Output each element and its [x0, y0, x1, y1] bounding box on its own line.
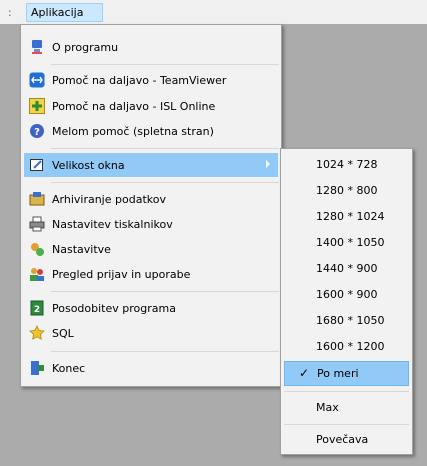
size-option-1280x800[interactable]: 1280 * 800 [284, 178, 409, 203]
size-option-1440x900[interactable]: 1440 * 900 [284, 256, 409, 281]
menu-item-label: Nastavitev tiskalnikov [52, 217, 173, 231]
users-icon [29, 266, 45, 282]
menu-item-label: Pomoč na daljavo - ISL Online [52, 99, 216, 113]
menu-item-window-size[interactable]: Velikost okna [24, 153, 278, 177]
menu-item-label: Velikost okna [52, 158, 125, 172]
size-option-1600x1200[interactable]: 1600 * 1200 [284, 334, 409, 359]
menu-item-settings[interactable]: Nastavitve [24, 237, 278, 261]
menu-item-sql[interactable]: SQL [24, 321, 278, 345]
menu-item-label: Posodobitev programa [52, 301, 176, 315]
menu-item-label: Konec [52, 361, 86, 375]
menu-separator [51, 182, 279, 183]
menu-item-isl-online[interactable]: Pomoč na daljavo - ISL Online [24, 94, 278, 118]
svg-text:2: 2 [34, 305, 40, 315]
size-option-1400x1050[interactable]: 1400 * 1050 [284, 230, 409, 255]
menu-aplikacija[interactable]: Aplikacija [26, 3, 103, 22]
sql-icon [29, 325, 45, 341]
size-option-zoom[interactable]: Povečava [284, 427, 409, 452]
update-icon: 2 [29, 300, 45, 316]
menu-item-label: O programu [52, 40, 119, 54]
menu-item-about[interactable]: O programu [24, 35, 278, 59]
menubar-grip: : [8, 6, 12, 19]
printer-icon [29, 216, 45, 232]
menu-item-teamviewer[interactable]: Pomoč na daljavo - TeamViewer [24, 68, 278, 92]
window-size-icon [29, 157, 45, 173]
size-option-custom[interactable]: ✓ Po meri [284, 361, 409, 386]
menu-item-label: Arhiviranje podatkov [52, 192, 166, 206]
menu-item-web-help[interactable]: ? Melom pomoč (spletna stran) [24, 119, 278, 143]
menu-item-label: Pomoč na daljavo - TeamViewer [52, 73, 227, 87]
menu-separator [51, 148, 279, 149]
size-option-max[interactable]: Max [284, 395, 409, 420]
application-menu: O programu Pomoč na daljavo - TeamViewer… [20, 24, 282, 387]
info-icon [29, 39, 45, 55]
menu-item-label: Nastavitve [52, 242, 111, 256]
settings-icon [29, 241, 45, 257]
menu-item-exit[interactable]: Konec [24, 356, 278, 380]
menu-item-label: Pregled prijav in uporabe [52, 267, 191, 281]
window-size-submenu: 1024 * 728 1280 * 800 1280 * 1024 1400 *… [280, 148, 413, 455]
exit-icon [29, 360, 45, 376]
size-option-label: Po meri [317, 367, 359, 380]
size-option-1024x728[interactable]: 1024 * 728 [284, 152, 409, 177]
menu-item-login-overview[interactable]: Pregled prijav in uporabe [24, 262, 278, 286]
help-icon: ? [29, 123, 45, 139]
menu-item-label: Melom pomoč (spletna stran) [52, 124, 214, 138]
teamviewer-icon [29, 72, 45, 88]
menu-separator [284, 391, 409, 392]
menu-item-printers[interactable]: Nastavitev tiskalnikov [24, 212, 278, 236]
size-option-1600x900[interactable]: 1600 * 900 [284, 282, 409, 307]
menu-separator [51, 291, 279, 292]
menu-separator [51, 64, 279, 65]
size-option-1280x1024[interactable]: 1280 * 1024 [284, 204, 409, 229]
menu-item-label: SQL [52, 326, 74, 340]
archive-icon [29, 191, 45, 207]
size-option-1680x1050[interactable]: 1680 * 1050 [284, 308, 409, 333]
menu-item-archive[interactable]: Arhiviranje podatkov [24, 187, 278, 211]
menu-separator [284, 424, 409, 425]
menu-separator [51, 351, 279, 352]
menu-item-update[interactable]: 2 Posodobitev programa [24, 296, 278, 320]
checkmark-icon: ✓ [299, 366, 310, 380]
svg-text:?: ? [34, 127, 40, 138]
menu-bar: : Aplikacija [0, 0, 427, 24]
isl-online-icon [29, 98, 45, 114]
submenu-arrow-icon [266, 160, 270, 168]
